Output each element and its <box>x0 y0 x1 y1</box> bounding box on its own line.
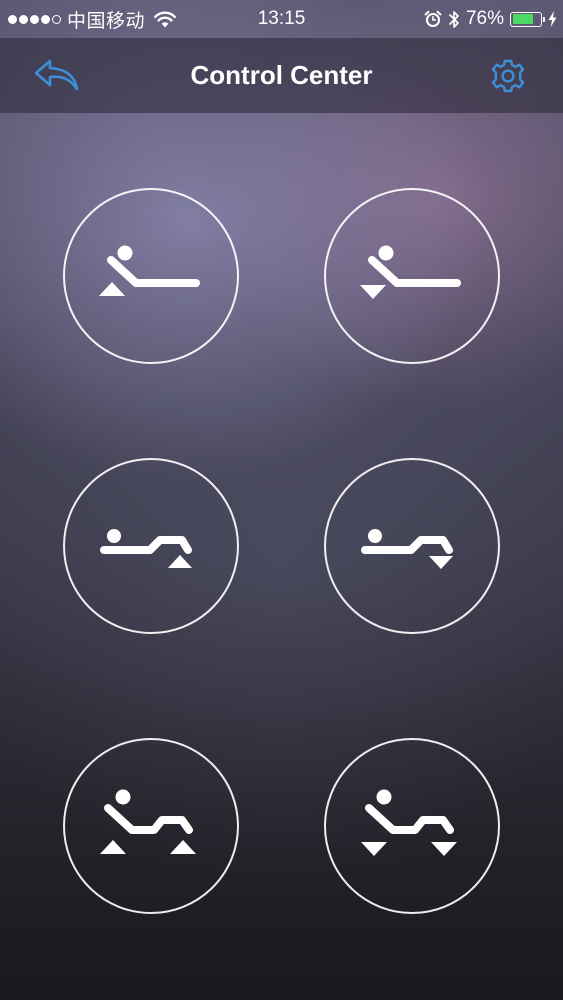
bluetooth-icon <box>449 10 459 28</box>
foot-lower-icon <box>361 529 453 569</box>
foot-raise-button[interactable] <box>63 458 239 634</box>
head-raise-button[interactable] <box>63 188 239 364</box>
head-raise-icon <box>99 245 200 296</box>
foot-raise-icon <box>100 529 192 568</box>
status-right: 76% <box>424 8 557 30</box>
foot-lower-button[interactable] <box>324 458 500 634</box>
settings-button[interactable] <box>489 57 527 95</box>
alarm-icon <box>424 10 442 27</box>
head-lower-icon <box>360 245 461 299</box>
head-foot-raise-icon <box>100 789 196 854</box>
head-lower-button[interactable] <box>324 188 500 364</box>
battery-icon <box>510 11 545 27</box>
status-bar: 中国移动 13:15 76% <box>0 0 563 38</box>
battery-percent: 76% <box>465 8 504 29</box>
page-title: Control Center <box>190 60 373 90</box>
gear-icon <box>491 59 525 93</box>
head-foot-lower-button[interactable] <box>324 738 500 914</box>
head-foot-lower-icon <box>361 789 457 856</box>
nav-bar: Control Center <box>0 38 563 113</box>
charging-icon <box>548 11 557 27</box>
battery-level <box>512 14 534 24</box>
head-foot-raise-button[interactable] <box>63 738 239 914</box>
